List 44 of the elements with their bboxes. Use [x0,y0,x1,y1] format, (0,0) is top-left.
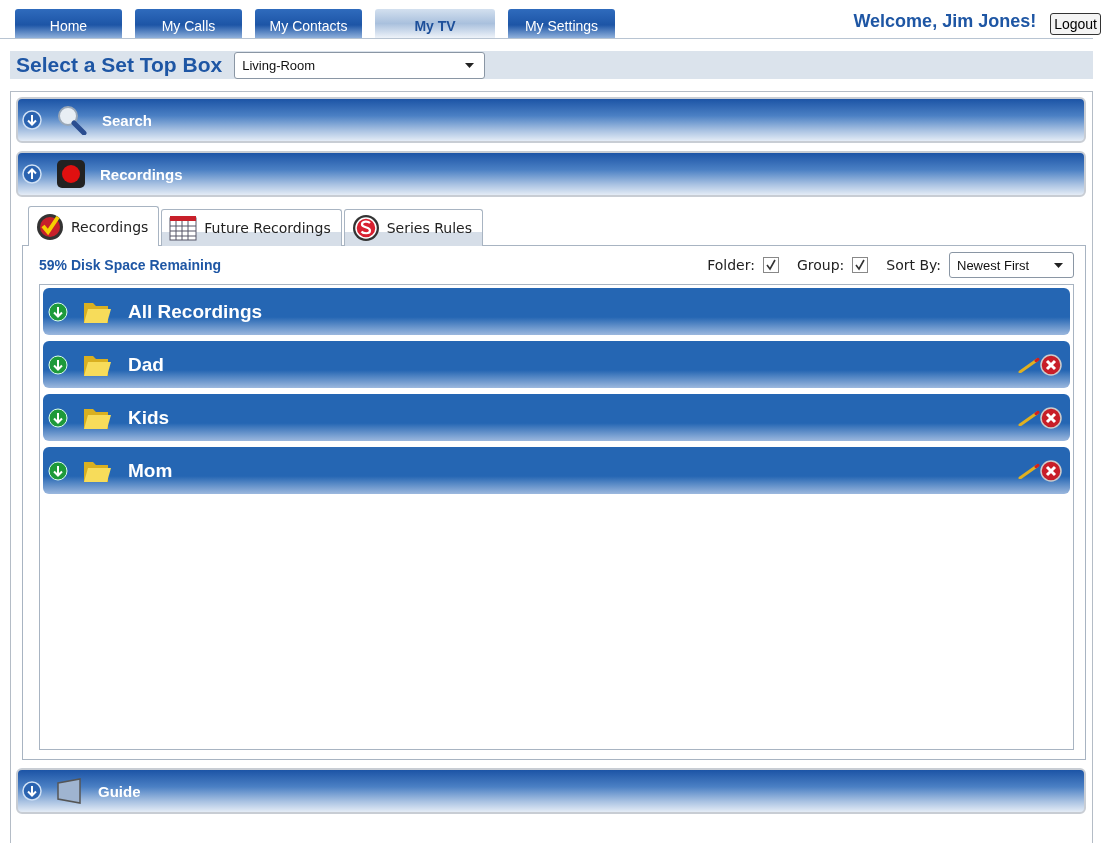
set-top-box-label: Select a Set Top Box [16,53,223,77]
nav-tab[interactable]: My Contacts [255,9,362,38]
tab[interactable]: Recordings [28,206,160,246]
folder-row[interactable]: Dad [43,341,1070,388]
disk-space-text: 59% Disk Space Remaining [39,257,223,273]
section-title: Search [102,111,153,129]
nav-tab[interactable]: My Calls [135,9,242,38]
welcome-text: Welcome, Jim Jones! [853,10,1037,32]
checkbox[interactable] [762,257,779,273]
delete-icon[interactable] [1040,406,1062,429]
pencil-icon[interactable] [1018,409,1040,426]
calendar-icon [168,214,199,242]
delete-icon[interactable] [1040,353,1062,376]
pencil-icon[interactable] [1018,462,1040,479]
nav-tab[interactable]: My Settings [508,9,615,38]
checkbox[interactable] [852,257,869,273]
series-s-icon [350,213,381,243]
folder-name: Kids [128,406,170,429]
delete-icon[interactable] [1040,459,1062,482]
magnifier-icon [56,105,88,135]
set-top-box-select[interactable]: Living-Room [234,51,486,79]
record-icon [56,159,86,189]
checkmark-icon [35,211,65,242]
folder-name: All Recordings [128,300,263,323]
screen-icon [56,778,84,804]
caret-icon [465,62,475,68]
section-title: Recordings [100,165,183,183]
filter-label: Group: [796,257,845,273]
caret-icon [1054,262,1063,268]
tab[interactable]: Future Recordings [161,209,342,246]
logout-button[interactable]: Logout [1050,13,1101,35]
nav-tab[interactable]: Home [15,9,122,38]
folder-row[interactable]: Mom [43,447,1070,494]
sort-label: Sort By: [886,257,941,273]
section-title: Guide [98,782,141,800]
pencil-icon[interactable] [1018,356,1040,373]
folder-name: Mom [128,459,173,482]
folder-row[interactable]: Kids [43,394,1070,441]
filter-label: Folder: [707,257,755,273]
sort-select[interactable]: Newest First [949,252,1074,278]
folder-name: Dad [128,353,164,376]
folder-row[interactable]: All Recordings [43,288,1070,335]
tab[interactable]: Series Rules [343,209,483,246]
nav-tab[interactable]: My TV [375,9,495,38]
